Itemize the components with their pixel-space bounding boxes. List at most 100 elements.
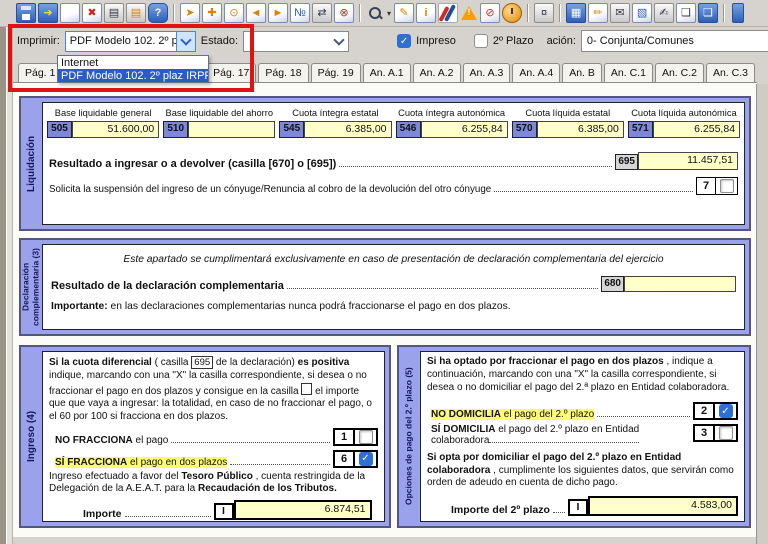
field-value[interactable]: 6.255,84 [420, 120, 508, 139]
dot-leader [597, 416, 690, 418]
imprimir-label: Imprimir: [17, 35, 60, 47]
field-3: 3 [693, 424, 738, 443]
plazo2-checkbox[interactable] [473, 34, 488, 48]
importante-label: Importante: [51, 301, 108, 312]
select-record-icon[interactable] [180, 3, 200, 23]
tab-an-c1[interactable]: An. C.1 [603, 63, 653, 82]
casilla-I: I [568, 498, 588, 516]
casilla-number-1: 1 [335, 429, 355, 444]
field-value[interactable] [188, 120, 276, 139]
section-opciones-2-plazo: Opciones de pago del 2.º plazo (5) Si ha… [397, 345, 751, 528]
dropdown-option-pdf-modelo[interactable]: PDF Modelo 102. 2º plaz IRPF [58, 69, 208, 82]
section-ingreso-label: Ingreso (4) [25, 410, 37, 463]
no-record-icon[interactable] [290, 3, 310, 23]
tesoro-paragraph: Ingreso efectuado a favor del Tesoro Púb… [49, 471, 378, 496]
search-icon[interactable] [366, 4, 384, 22]
field-680-value[interactable] [624, 276, 736, 292]
tab-an-b[interactable]: An. B [562, 63, 602, 82]
field-value[interactable]: 6.255,84 [652, 120, 741, 139]
dot-leader [494, 190, 693, 192]
dot-leader [552, 511, 565, 513]
tab-an-a4[interactable]: An. A.4 [512, 63, 561, 82]
transfer-icon[interactable] [312, 3, 332, 23]
importe-value[interactable]: 6.874,51 [233, 499, 372, 520]
print-icon[interactable] [104, 3, 124, 23]
importante-text: en las declaraciones complementarias nun… [110, 301, 511, 312]
field-546: 546 6.255,84 [395, 120, 508, 139]
export-image-icon[interactable] [632, 3, 653, 23]
si-domicilia-checkbox[interactable] [718, 426, 733, 441]
preview-document-icon[interactable] [676, 3, 697, 23]
importe-2plazo-value[interactable]: 4.583,00 [588, 495, 738, 516]
tab-pag-18[interactable]: Pág. 18 [258, 63, 309, 82]
tab-an-a3[interactable]: An. A.3 [462, 63, 511, 82]
discard-document-icon[interactable] [480, 3, 501, 23]
warning-icon[interactable] [460, 4, 478, 22]
declaracion-input[interactable]: 0- Conjunta/Comunes [580, 30, 768, 52]
insert-record-icon[interactable] [224, 3, 244, 23]
impreso-checkbox[interactable] [397, 34, 412, 48]
column-header: Base liquidable del ahorro [165, 108, 274, 118]
dropdown-option-internet[interactable]: Internet [58, 56, 208, 69]
print-settings-icon[interactable] [126, 3, 146, 23]
resultado-label: Resultado a ingresar o a devolver (casil… [49, 157, 337, 170]
imprimir-combobox-value: PDF Modelo 102. 2º p [69, 35, 176, 47]
no-domicilia-checkbox[interactable] [718, 404, 733, 419]
casilla-number-3: 3 [695, 426, 715, 441]
plazo2-label: 2º Plazo [492, 35, 534, 47]
tab-an-a2[interactable]: An. A.2 [412, 63, 461, 82]
new-document-icon[interactable] [60, 3, 80, 23]
si-fracciona-checkbox[interactable] [358, 451, 373, 466]
casilla-I: I [213, 502, 234, 520]
tab-pag-19[interactable]: Pág. 19 [310, 63, 361, 82]
section-ingreso: Ingreso (4) Si la cuota diferencial ( ca… [19, 345, 391, 528]
window-border-right [756, 84, 768, 544]
field-value[interactable]: 6.385,00 [536, 120, 624, 139]
help-icon[interactable] [148, 3, 168, 23]
save-icon[interactable] [16, 3, 36, 23]
tab-pag-17[interactable]: Pág. 17 [206, 63, 257, 82]
previous-record-icon[interactable] [246, 3, 266, 23]
edit-document-icon[interactable] [588, 3, 609, 23]
validate-document-icon[interactable] [394, 3, 415, 23]
si-domicilia-rest: el pago del 2.º plazo en Entidad [495, 424, 640, 436]
si-domicilia-rest2: colaboradora [431, 435, 490, 447]
tab-an-c2[interactable]: An. C.2 [654, 63, 704, 82]
field-505: 505 51.600,00 [47, 120, 160, 139]
next-record-icon[interactable] [268, 3, 288, 23]
column-header: Cuota íntegra autonómica [398, 108, 506, 118]
aeat-logo-icon[interactable] [438, 3, 459, 23]
calculator-icon[interactable] [566, 3, 587, 23]
dropdown-caret-icon[interactable]: ▾ [387, 9, 391, 18]
field-695-value[interactable]: 11.457,51 [638, 152, 738, 170]
signature-icon[interactable] [654, 3, 675, 23]
window-icon[interactable] [698, 3, 719, 23]
tab-an-a1[interactable]: An. A.1 [362, 63, 411, 82]
security-icon[interactable] [534, 3, 555, 23]
toolbar-separator [173, 4, 175, 22]
cancel-record-icon[interactable] [334, 3, 354, 23]
field-1: 1 [333, 427, 378, 446]
estado-combobox-button[interactable] [330, 32, 348, 51]
delete-document-icon[interactable] [82, 3, 102, 23]
field-value[interactable]: 51.600,00 [72, 120, 160, 139]
save-as-icon[interactable] [38, 3, 58, 23]
imprimir-combobox[interactable]: PDF Modelo 102. 2º p [64, 30, 196, 52]
dot-leader [230, 463, 330, 465]
suspension-checkbox[interactable] [719, 178, 734, 193]
estado-combobox[interactable] [243, 30, 350, 52]
no-fracciona-label: NO FRACCIONA [55, 434, 133, 446]
casilla-number: 545 [279, 120, 305, 139]
field-value[interactable]: 6.385,00 [304, 120, 392, 139]
tab-an-c3[interactable]: An. C.3 [705, 63, 755, 82]
declaracion-label: ación: [546, 35, 576, 47]
tab-pag-1[interactable]: Pág. 1 [18, 63, 63, 82]
send-mail-icon[interactable] [610, 3, 631, 23]
estado-combobox-value [244, 32, 330, 51]
history-icon[interactable] [502, 3, 523, 23]
no-fracciona-checkbox[interactable] [358, 429, 373, 444]
intro-bold: Si ha optado por fraccionar el pago en d… [427, 356, 664, 367]
info-document-icon[interactable] [416, 3, 437, 23]
add-record-icon[interactable] [202, 3, 222, 23]
imprimir-combobox-button[interactable] [175, 31, 195, 51]
